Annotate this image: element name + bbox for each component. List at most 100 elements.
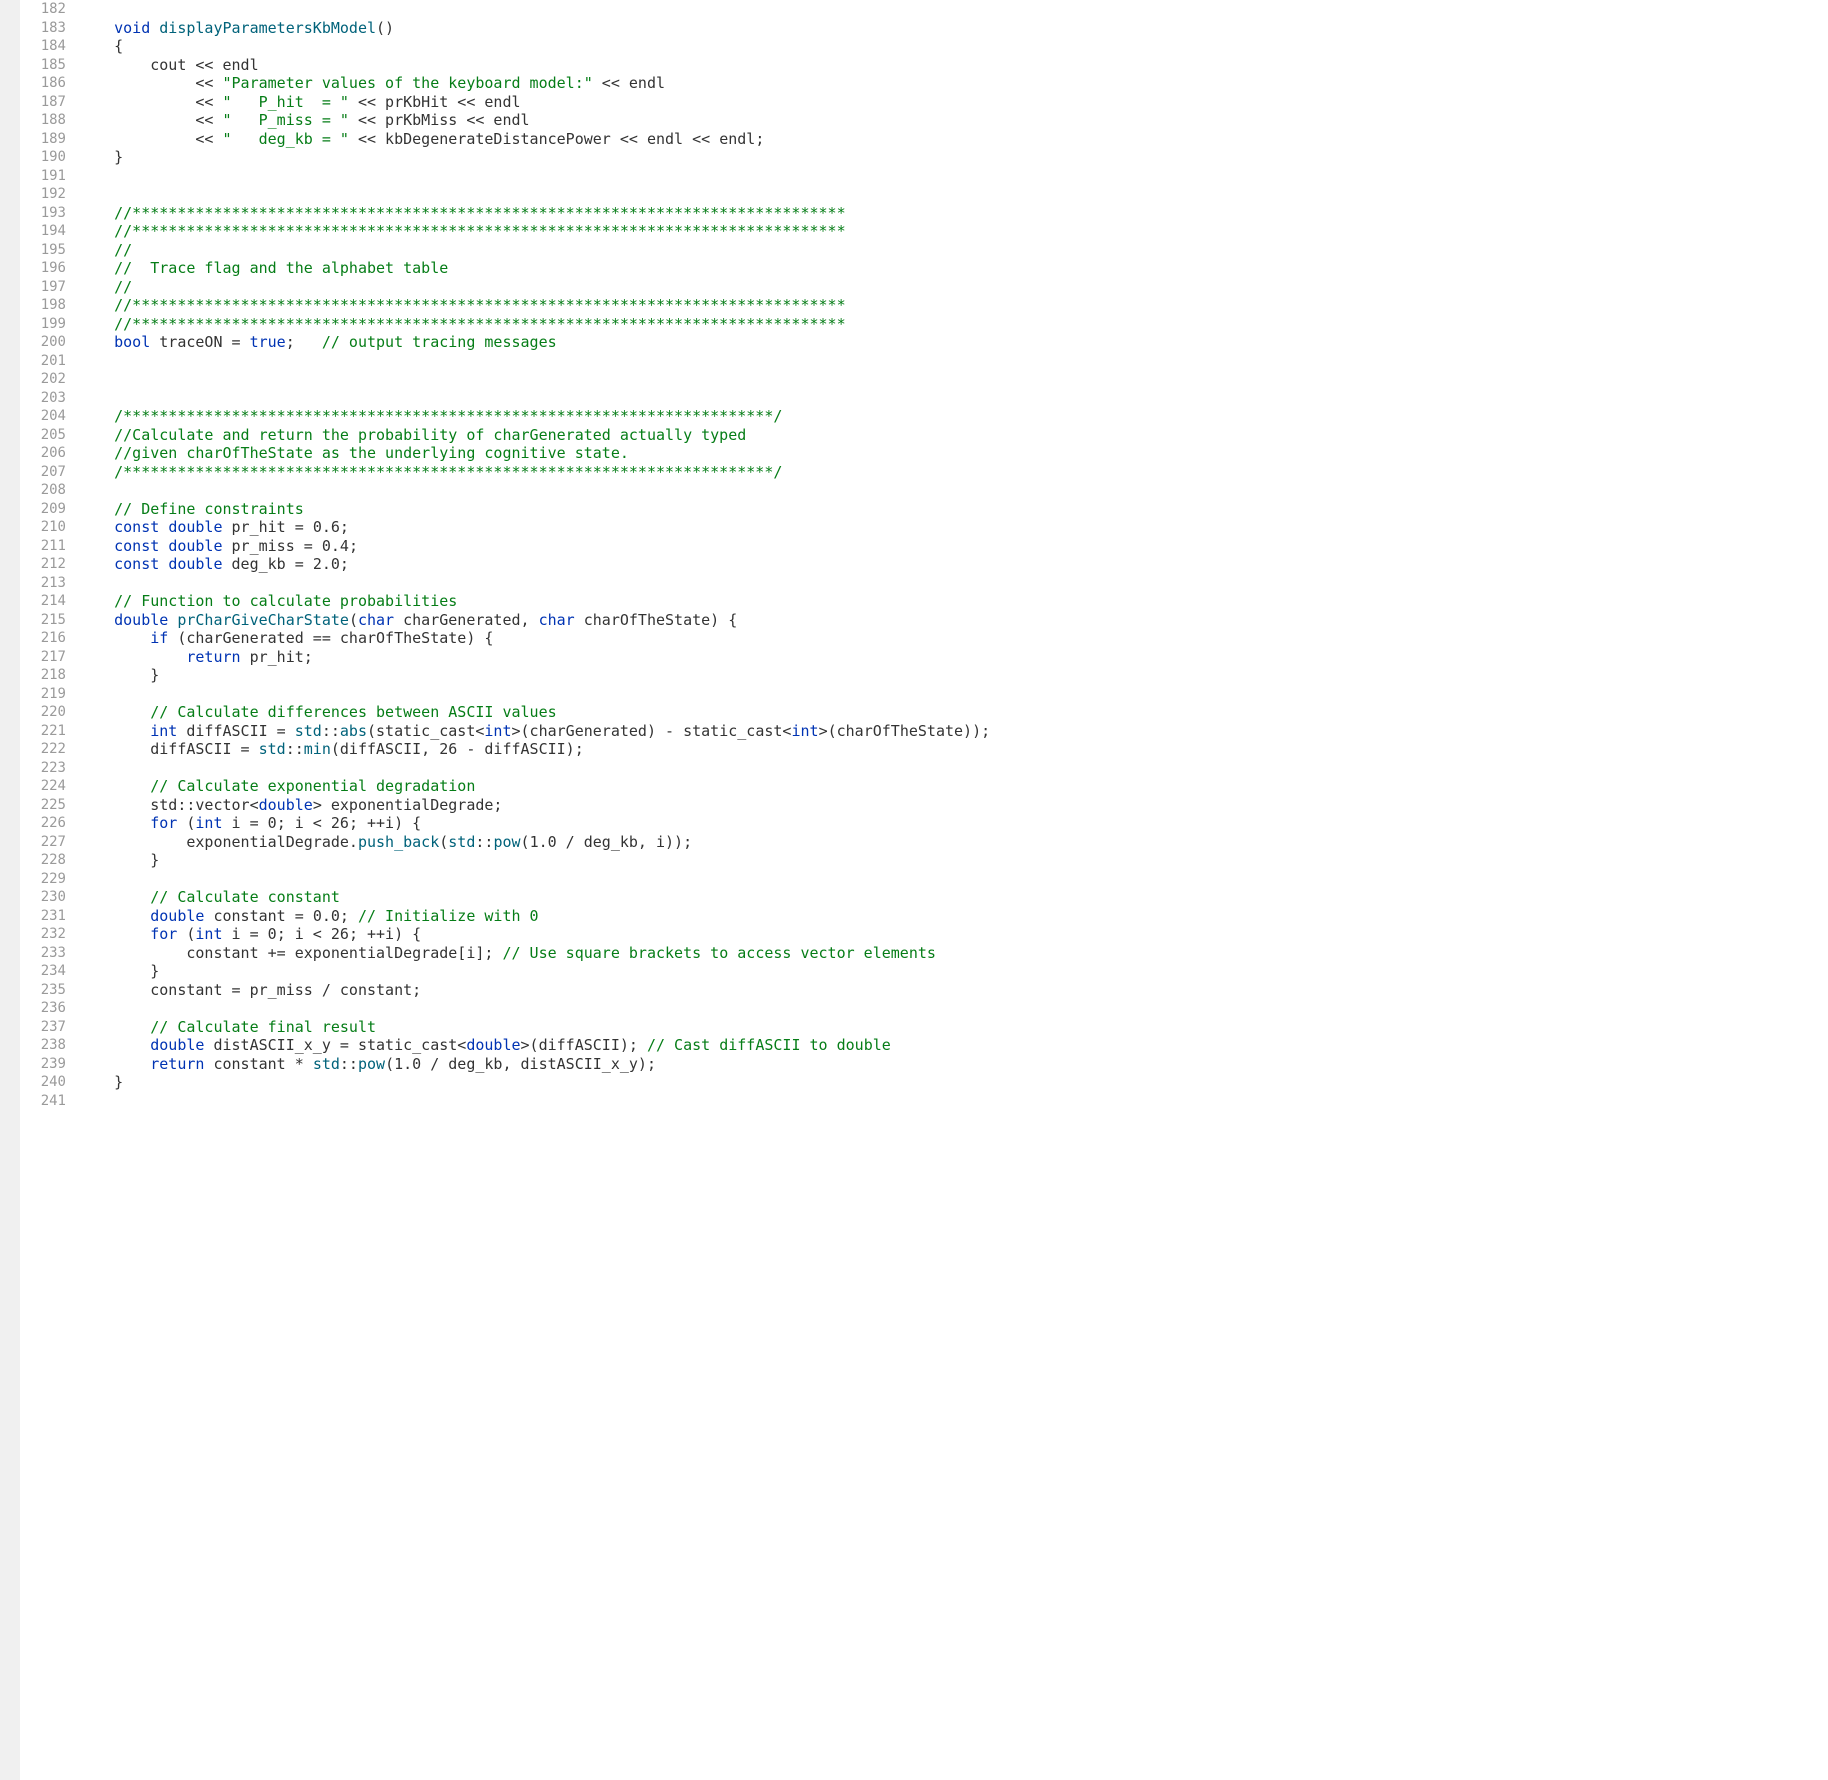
line-content[interactable]: << " P_miss = " << prKbMiss << endl xyxy=(78,111,1828,130)
code-line[interactable]: 186 << "Parameter values of the keyboard… xyxy=(20,74,1828,93)
line-content[interactable]: const double pr_hit = 0.6; xyxy=(78,518,1828,537)
line-content[interactable]: //**************************************… xyxy=(78,296,1828,315)
line-content[interactable]: //given charOfTheState as the underlying… xyxy=(78,444,1828,463)
code-line[interactable]: 196 // Trace flag and the alphabet table xyxy=(20,259,1828,278)
code-line[interactable]: 229 xyxy=(20,870,1828,889)
code-line[interactable]: 216 if (charGenerated == charOfTheState)… xyxy=(20,629,1828,648)
line-content[interactable]: cout << endl xyxy=(78,56,1828,75)
line-content[interactable] xyxy=(78,389,1828,408)
line-content[interactable]: << " deg_kb = " << kbDegenerateDistanceP… xyxy=(78,130,1828,149)
code-line[interactable]: 219 xyxy=(20,685,1828,704)
code-line[interactable]: 215 double prCharGiveCharState(char char… xyxy=(20,611,1828,630)
line-content[interactable]: const double pr_miss = 0.4; xyxy=(78,537,1828,556)
code-line[interactable]: 225 std::vector<double> exponentialDegra… xyxy=(20,796,1828,815)
line-content[interactable]: } xyxy=(78,851,1828,870)
line-content[interactable]: << " P_hit = " << prKbHit << endl xyxy=(78,93,1828,112)
line-content[interactable] xyxy=(78,870,1828,889)
line-content[interactable]: // Calculate exponential degradation xyxy=(78,777,1828,796)
code-line[interactable]: 201 xyxy=(20,352,1828,371)
code-line[interactable]: 237 // Calculate final result xyxy=(20,1018,1828,1037)
code-line[interactable]: 232 for (int i = 0; i < 26; ++i) { xyxy=(20,925,1828,944)
code-line[interactable]: 236 xyxy=(20,999,1828,1018)
line-content[interactable]: /***************************************… xyxy=(78,463,1828,482)
code-line[interactable]: 195 // xyxy=(20,241,1828,260)
line-content[interactable]: // Define constraints xyxy=(78,500,1828,519)
line-content[interactable]: } xyxy=(78,148,1828,167)
line-content[interactable]: constant = pr_miss / constant; xyxy=(78,981,1828,1000)
line-content[interactable]: bool traceON = true; // output tracing m… xyxy=(78,333,1828,352)
line-content[interactable]: int diffASCII = std::abs(static_cast<int… xyxy=(78,722,1828,741)
code-line[interactable]: 228 } xyxy=(20,851,1828,870)
line-content[interactable]: void displayParametersKbModel() xyxy=(78,19,1828,38)
line-content[interactable]: // Calculate constant xyxy=(78,888,1828,907)
line-content[interactable]: for (int i = 0; i < 26; ++i) { xyxy=(78,925,1828,944)
code-line[interactable]: 190 } xyxy=(20,148,1828,167)
code-line[interactable]: 184 { xyxy=(20,37,1828,56)
line-content[interactable] xyxy=(78,999,1828,1018)
code-line[interactable]: 200 bool traceON = true; // output traci… xyxy=(20,333,1828,352)
code-line[interactable]: 183 void displayParametersKbModel() xyxy=(20,19,1828,38)
code-line[interactable]: 220 // Calculate differences between ASC… xyxy=(20,703,1828,722)
code-line[interactable]: 212 const double deg_kb = 2.0; xyxy=(20,555,1828,574)
line-content[interactable]: //**************************************… xyxy=(78,204,1828,223)
line-content[interactable]: /***************************************… xyxy=(78,407,1828,426)
line-content[interactable]: // Function to calculate probabilities xyxy=(78,592,1828,611)
code-line[interactable]: 241 xyxy=(20,1092,1828,1111)
code-line[interactable]: 206 //given charOfTheState as the underl… xyxy=(20,444,1828,463)
line-content[interactable]: std::vector<double> exponentialDegrade; xyxy=(78,796,1828,815)
line-content[interactable]: return pr_hit; xyxy=(78,648,1828,667)
code-line[interactable]: 194 //**********************************… xyxy=(20,222,1828,241)
line-content[interactable] xyxy=(78,759,1828,778)
code-line[interactable]: 226 for (int i = 0; i < 26; ++i) { xyxy=(20,814,1828,833)
code-line[interactable]: 185 cout << endl xyxy=(20,56,1828,75)
code-line[interactable]: 198 //**********************************… xyxy=(20,296,1828,315)
code-line[interactable]: 182 xyxy=(20,0,1828,19)
code-line[interactable]: 209 // Define constraints xyxy=(20,500,1828,519)
line-content[interactable]: return constant * std::pow(1.0 / deg_kb,… xyxy=(78,1055,1828,1074)
code-line[interactable]: 191 xyxy=(20,167,1828,186)
code-line[interactable]: 222 diffASCII = std::min(diffASCII, 26 -… xyxy=(20,740,1828,759)
code-line[interactable]: 188 << " P_miss = " << prKbMiss << endl xyxy=(20,111,1828,130)
line-content[interactable]: diffASCII = std::min(diffASCII, 26 - dif… xyxy=(78,740,1828,759)
line-content[interactable] xyxy=(78,685,1828,704)
code-line[interactable]: 211 const double pr_miss = 0.4; xyxy=(20,537,1828,556)
code-line[interactable]: 240 } xyxy=(20,1073,1828,1092)
line-content[interactable]: // Trace flag and the alphabet table xyxy=(78,259,1828,278)
line-content[interactable] xyxy=(78,574,1828,593)
code-line[interactable]: 187 << " P_hit = " << prKbHit << endl xyxy=(20,93,1828,112)
line-content[interactable]: // xyxy=(78,241,1828,260)
line-content[interactable]: << "Parameter values of the keyboard mod… xyxy=(78,74,1828,93)
line-content[interactable]: // xyxy=(78,278,1828,297)
line-content[interactable]: //**************************************… xyxy=(78,315,1828,334)
line-content[interactable]: //**************************************… xyxy=(78,222,1828,241)
code-line[interactable]: 224 // Calculate exponential degradation xyxy=(20,777,1828,796)
code-line[interactable]: 203 xyxy=(20,389,1828,408)
code-line[interactable]: 202 xyxy=(20,370,1828,389)
code-line[interactable]: 235 constant = pr_miss / constant; xyxy=(20,981,1828,1000)
code-line[interactable]: 218 } xyxy=(20,666,1828,685)
line-content[interactable]: } xyxy=(78,962,1828,981)
code-line[interactable]: 217 return pr_hit; xyxy=(20,648,1828,667)
code-line[interactable]: 214 // Function to calculate probabiliti… xyxy=(20,592,1828,611)
line-content[interactable]: } xyxy=(78,1073,1828,1092)
code-line[interactable]: 223 xyxy=(20,759,1828,778)
code-line[interactable]: 204 /***********************************… xyxy=(20,407,1828,426)
line-content[interactable] xyxy=(78,167,1828,186)
code-line[interactable]: 192 xyxy=(20,185,1828,204)
code-line[interactable]: 189 << " deg_kb = " << kbDegenerateDista… xyxy=(20,130,1828,149)
code-line[interactable]: 230 // Calculate constant xyxy=(20,888,1828,907)
code-line[interactable]: 239 return constant * std::pow(1.0 / deg… xyxy=(20,1055,1828,1074)
code-line[interactable]: 199 //**********************************… xyxy=(20,315,1828,334)
code-line[interactable]: 205 //Calculate and return the probabili… xyxy=(20,426,1828,445)
line-content[interactable]: for (int i = 0; i < 26; ++i) { xyxy=(78,814,1828,833)
line-content[interactable]: constant += exponentialDegrade[i]; // Us… xyxy=(78,944,1828,963)
line-content[interactable]: const double deg_kb = 2.0; xyxy=(78,555,1828,574)
line-content[interactable] xyxy=(78,370,1828,389)
line-content[interactable]: //Calculate and return the probability o… xyxy=(78,426,1828,445)
code-line[interactable]: 221 int diffASCII = std::abs(static_cast… xyxy=(20,722,1828,741)
line-content[interactable] xyxy=(78,1092,1828,1111)
code-line[interactable]: 197 // xyxy=(20,278,1828,297)
line-content[interactable] xyxy=(78,0,1828,19)
line-content[interactable]: // Calculate final result xyxy=(78,1018,1828,1037)
line-content[interactable]: if (charGenerated == charOfTheState) { xyxy=(78,629,1828,648)
